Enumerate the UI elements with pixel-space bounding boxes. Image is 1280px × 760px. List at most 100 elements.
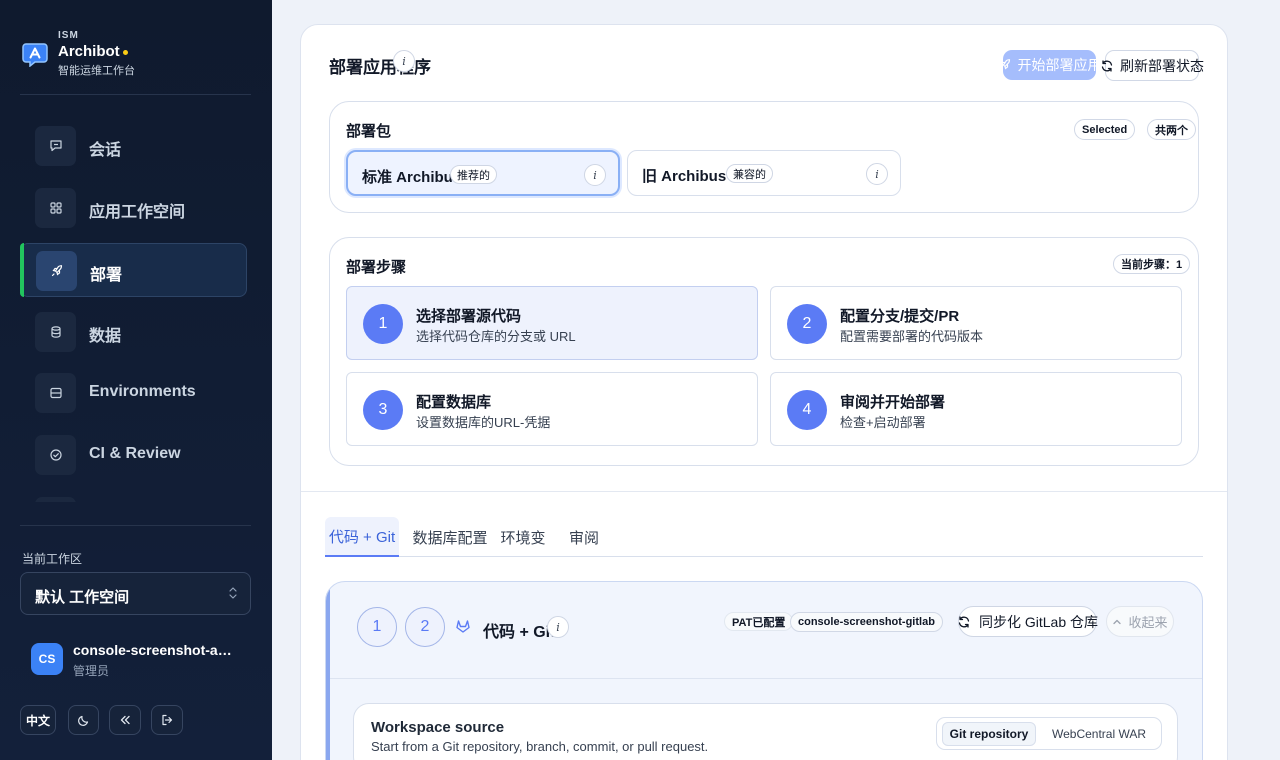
step-title: 配置分支/提交/PR: [840, 308, 960, 325]
server-icon: [35, 373, 76, 413]
sidebar-item-label: Environments: [89, 383, 196, 400]
sidebar-item-data[interactable]: 数据: [20, 305, 247, 359]
chevron-up-icon: [1112, 617, 1122, 627]
sidebar-item-more[interactable]: [20, 490, 247, 502]
rocket-icon: [998, 58, 1012, 72]
package-info-icon[interactable]: i: [584, 164, 606, 186]
package-info-icon[interactable]: i: [866, 163, 888, 185]
page-title-text: 部署应用程序: [329, 58, 431, 77]
brand-name: Archibot: [58, 43, 128, 60]
package-badge: 兼容的: [726, 164, 773, 183]
section-info-icon[interactable]: i: [547, 616, 569, 638]
workspace-source-card: Workspace source Start from a Git reposi…: [353, 703, 1178, 760]
workspace-select[interactable]: 默认 工作空间: [20, 572, 251, 615]
refresh-status-button[interactable]: 刷新部署状态: [1101, 50, 1204, 81]
workspace-source-desc: Start from a Git repository, branch, com…: [371, 739, 709, 754]
selected-chip: Selected: [1074, 119, 1136, 140]
database-icon: [35, 312, 76, 352]
sidebar-item-deploy[interactable]: 部署: [20, 243, 247, 297]
chat-icon: [35, 126, 76, 166]
sidebar-item-label: CI & Review: [89, 445, 181, 462]
chevron-updown-icon: [228, 586, 238, 600]
user-name: console-screenshot-admin: [73, 642, 238, 658]
rocket-icon: [36, 251, 77, 291]
step-bubble[interactable]: 2: [405, 607, 445, 647]
sidebar-item-label: 应用工作空间: [89, 204, 186, 221]
logout-icon: [160, 713, 174, 727]
step-title: 选择部署源代码: [416, 308, 522, 325]
sidebar-item-label: 会话: [89, 142, 122, 159]
steps-title: 部署步骤: [346, 259, 407, 276]
avatar[interactable]: CS: [31, 643, 63, 675]
step-subtitle: 检查+启动部署: [840, 415, 926, 430]
package-card: 部署包 Selected 共两个 标准 Archibus 推荐的 i 旧 Arc…: [329, 101, 1199, 213]
tab-review[interactable]: 审阅: [566, 517, 602, 557]
workspace-value: 默认 工作空间: [35, 589, 130, 606]
step-number: 4: [787, 390, 827, 430]
code-git-section: 1 2 代码 + Git i PAT已配置 console-screenshot…: [325, 581, 1203, 760]
option-git-repository[interactable]: Git repository: [942, 722, 1036, 746]
tab-database[interactable]: 数据库配置: [413, 517, 488, 557]
package-title: 部署包: [346, 123, 392, 140]
brand-prefix: ISM: [58, 30, 79, 41]
step-2[interactable]: 2 配置分支/提交/PR 配置需要部署的代码版本: [770, 286, 1182, 360]
chevrons-left-icon: [118, 713, 132, 727]
sidebar-item-ci-review[interactable]: CI & Review: [20, 428, 247, 482]
page-info-icon[interactable]: i: [393, 50, 415, 72]
sidebar-item-label: 部署: [90, 267, 123, 284]
section-title: 代码 + Git: [483, 624, 556, 641]
tab-env-vars[interactable]: 环境变: [501, 517, 546, 557]
start-deploy-label: 开始部署应用: [1017, 57, 1102, 73]
step-3[interactable]: 3 配置数据库 设置数据库的URL-凭据: [346, 372, 758, 446]
logout-button[interactable]: [151, 705, 183, 735]
step-subtitle: 设置数据库的URL-凭据: [416, 415, 551, 430]
sidebar-item-label: 数据: [89, 328, 122, 345]
step-subtitle: 配置需要部署的代码版本: [840, 329, 984, 344]
section-divider: [301, 491, 1227, 492]
status-dot: [122, 49, 128, 55]
sidebar-item-workspace[interactable]: 应用工作空间: [20, 181, 247, 235]
workspace-source-title: Workspace source: [371, 719, 505, 736]
sidebar-item-chat[interactable]: 会话: [20, 119, 247, 173]
step-number: 1: [363, 304, 403, 344]
start-deploy-button[interactable]: 开始部署应用: [999, 50, 1102, 80]
step-title: 配置数据库: [416, 394, 492, 411]
workspace-label: 当前工作区: [22, 552, 83, 566]
theme-toggle-button[interactable]: [68, 705, 99, 735]
package-option-standard[interactable]: 标准 Archibus 推荐的 i: [346, 150, 620, 196]
brand-name-text: Archibot: [58, 43, 120, 60]
step-title: 审阅并开始部署: [840, 394, 946, 411]
sidebar-divider: [20, 94, 251, 95]
steps-card: 部署步骤 当前步骤：1 1 选择部署源代码 选择代码仓库的分支或 URL 2 配…: [329, 237, 1199, 466]
step-1[interactable]: 1 选择部署源代码 选择代码仓库的分支或 URL: [346, 286, 758, 360]
package-count-chip: 共两个: [1147, 119, 1196, 140]
user-role: 管理员: [73, 664, 110, 678]
refresh-icon: [1100, 59, 1114, 73]
sync-gitlab-button[interactable]: 同步化 GitLab 仓库: [957, 606, 1098, 637]
step-bubble[interactable]: 1: [357, 607, 397, 647]
step-number: 2: [787, 304, 827, 344]
option-webcentral-war[interactable]: WebCentral WAR: [1041, 722, 1157, 746]
collapse-button[interactable]: 收起来: [1106, 606, 1174, 637]
collapse-sidebar-button[interactable]: [109, 705, 141, 735]
tab-code-git[interactable]: 代码 + Git: [325, 517, 399, 557]
source-type-segmented-control: Git repository WebCentral WAR: [936, 717, 1162, 750]
gitlab-icon: [455, 618, 471, 634]
sidebar-item-environments[interactable]: Environments: [20, 366, 247, 420]
current-step-chip: 当前步骤：1: [1113, 254, 1191, 274]
moon-icon: [77, 713, 91, 727]
section-divider: [330, 678, 1202, 679]
package-badge: 推荐的: [450, 165, 497, 184]
check-circle-icon: [35, 435, 76, 475]
collapse-label: 收起来: [1128, 615, 1168, 630]
refresh-icon: [957, 615, 971, 629]
package-option-legacy[interactable]: 旧 Archibus 兼容的 i: [627, 150, 901, 196]
pat-status-chip: PAT已配置: [724, 612, 794, 631]
brand-subtitle: 智能运维工作台: [58, 65, 135, 77]
step-subtitle: 选择代码仓库的分支或 URL: [416, 329, 576, 344]
sidebar-divider: [20, 525, 251, 526]
more-icon: [35, 497, 76, 502]
step-4[interactable]: 4 审阅并开始部署 检查+启动部署: [770, 372, 1182, 446]
language-button[interactable]: 中文: [20, 705, 56, 735]
refresh-status-label: 刷新部署状态: [1120, 57, 1204, 74]
